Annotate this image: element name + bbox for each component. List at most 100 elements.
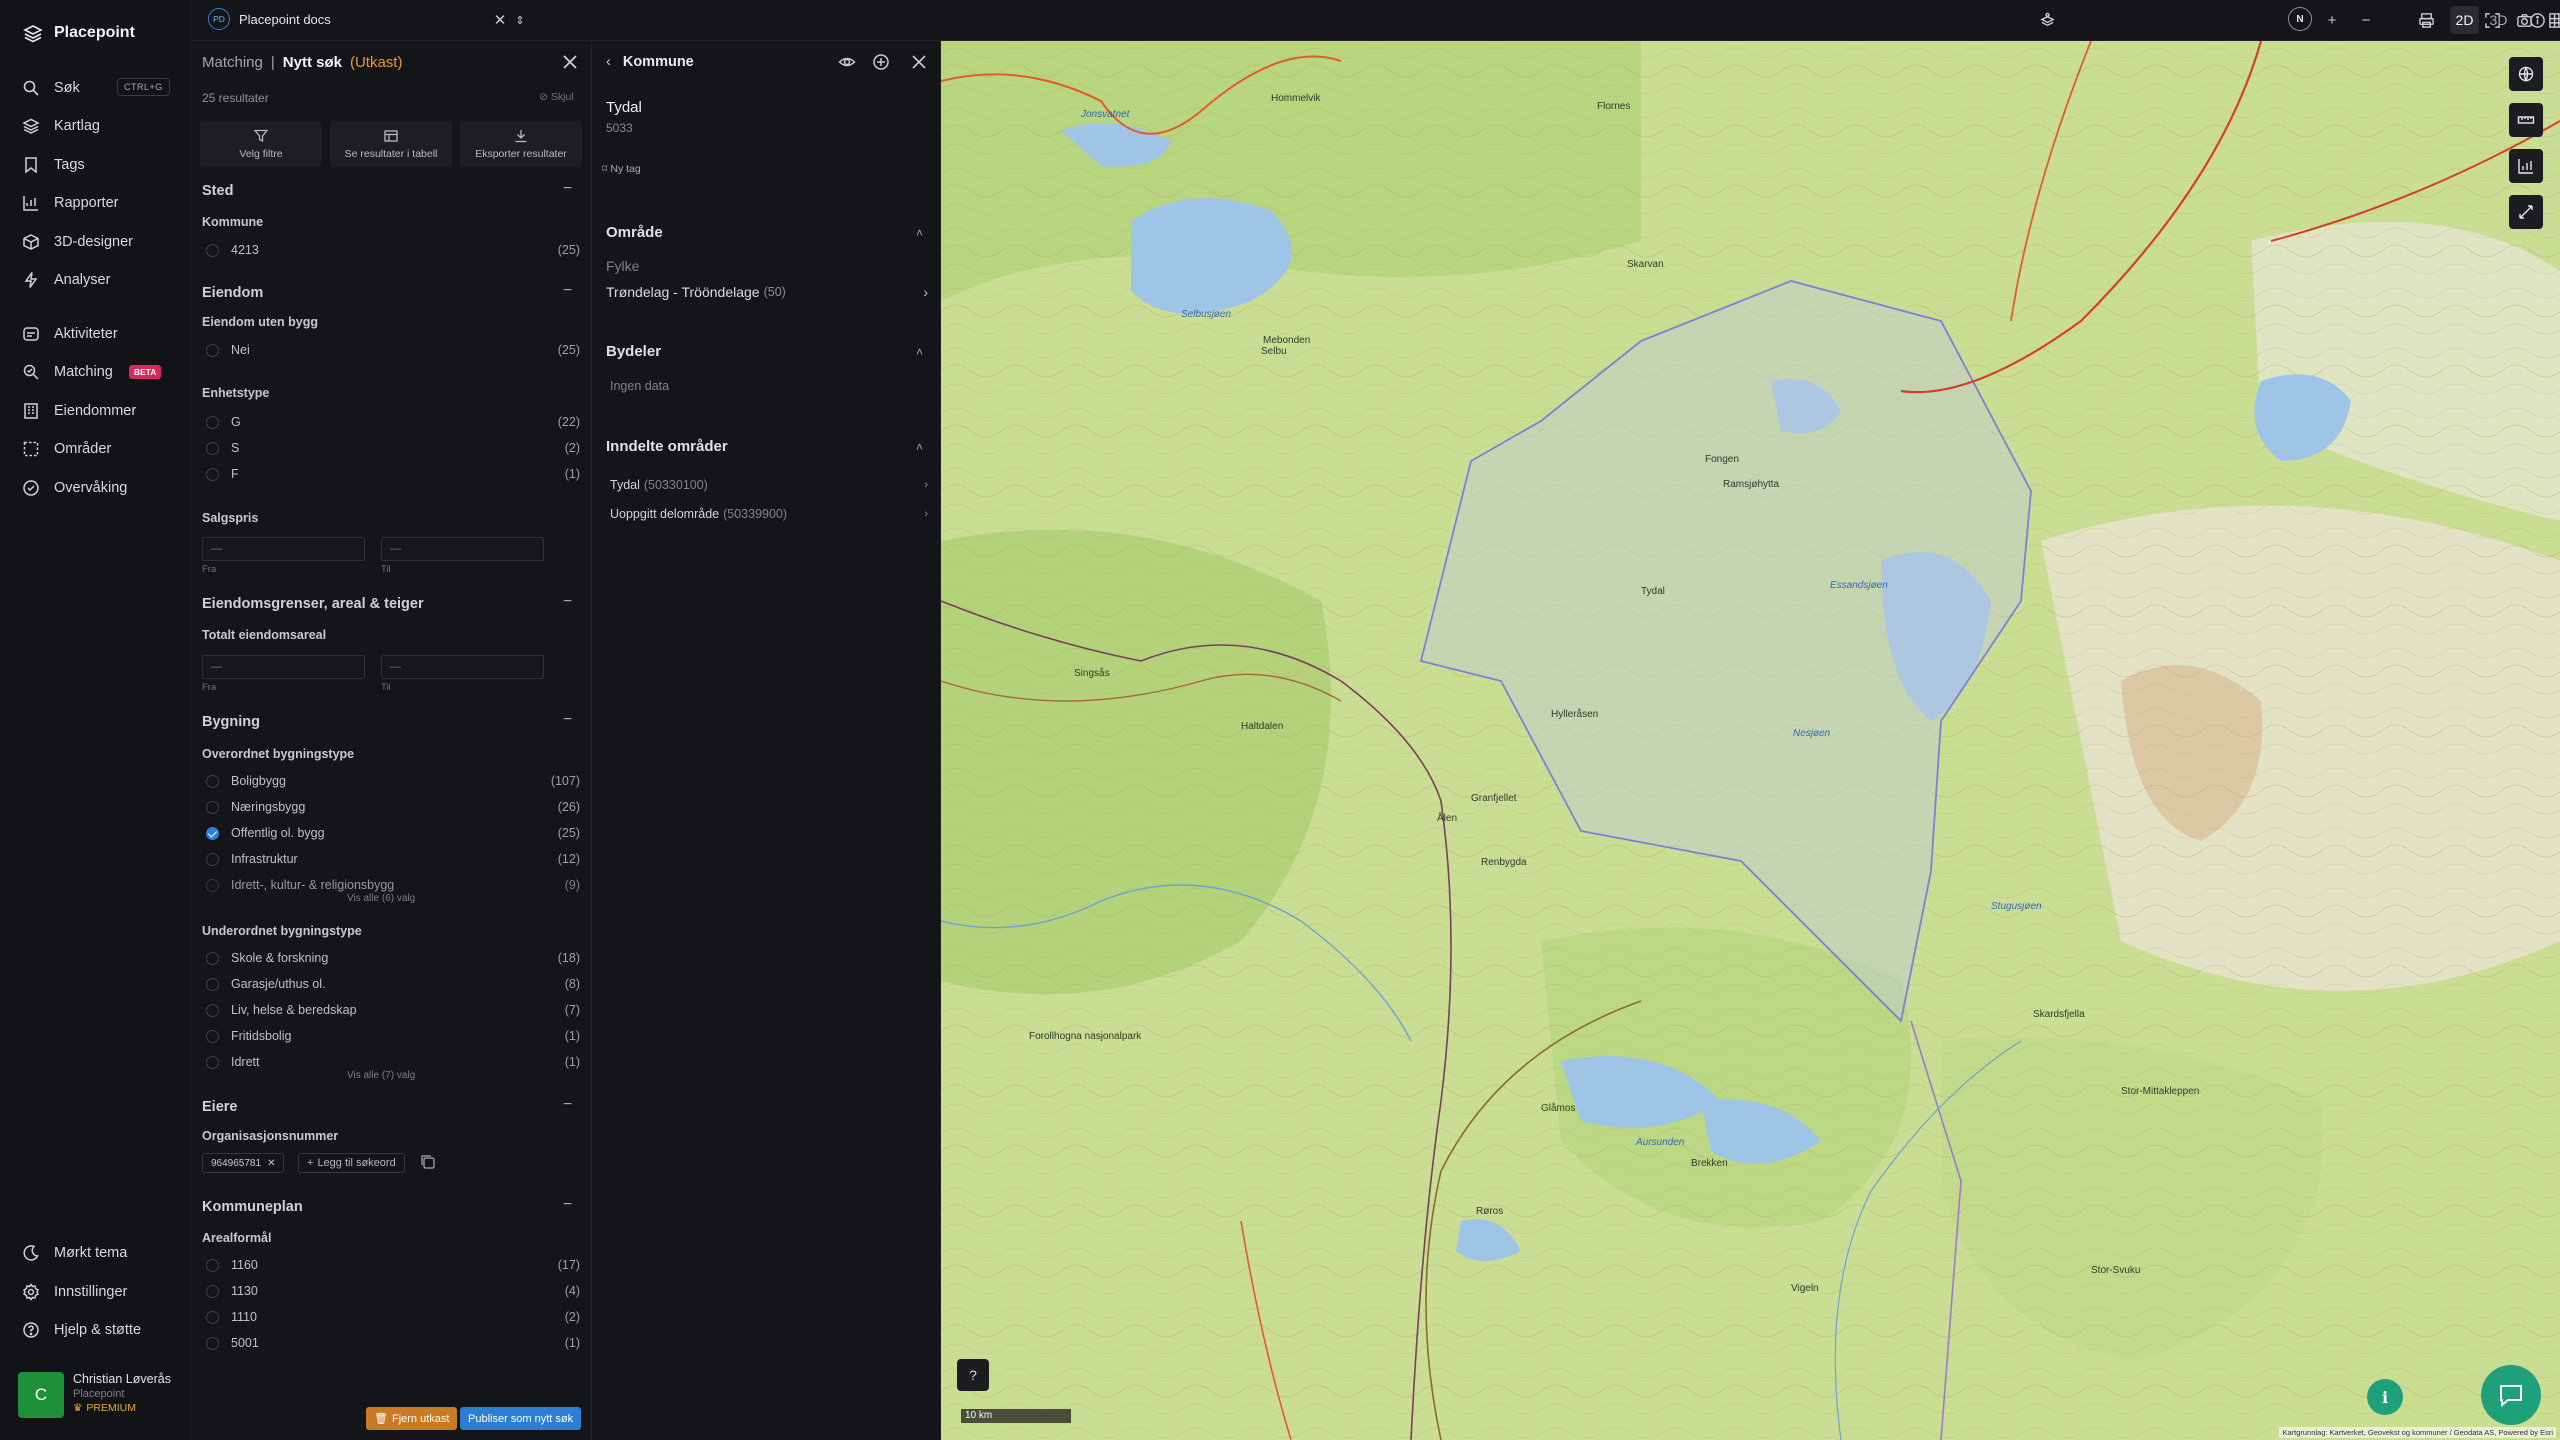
checkbox[interactable] [206, 441, 219, 455]
remove-chip-icon[interactable]: ✕ [267, 1158, 275, 1169]
nav-search[interactable]: Søk [22, 76, 80, 100]
checkbox-row[interactable]: Fritidsbolig (1) [206, 1027, 580, 1045]
checkbox-row[interactable]: Nei (25) [206, 341, 580, 359]
add-keyword-button[interactable]: + Legg til søkeord [298, 1153, 405, 1173]
project-name[interactable]: Placepoint docs [239, 12, 331, 27]
checkbox[interactable] [206, 1029, 219, 1043]
clear-project-icon[interactable]: ✕ [490, 10, 510, 30]
nav-matching[interactable]: Matching BETA [22, 360, 162, 384]
area-from-input[interactable] [202, 655, 365, 679]
checkbox-row[interactable]: 5001 (1) [206, 1334, 580, 1352]
map-tool-measure[interactable] [2509, 195, 2543, 229]
collapse-icon[interactable]: − [563, 1196, 572, 1214]
map-tool-ruler[interactable] [2509, 103, 2543, 137]
checkbox-row[interactable]: F (1) [206, 465, 580, 483]
remove-draft-button[interactable]: 🗑 Fjern utkast [366, 1407, 458, 1430]
nav-rapporter[interactable]: Rapporter [22, 191, 118, 215]
checkbox[interactable] [206, 977, 219, 991]
section-sted[interactable]: Sted [202, 183, 233, 199]
grid-icon[interactable] [2546, 10, 2560, 30]
table-view-button[interactable]: Se resultater i tabell [330, 121, 452, 167]
zoom-in-icon[interactable]: + [2322, 10, 2342, 30]
checkbox-row[interactable]: 1130 (4) [206, 1282, 580, 1300]
checkbox[interactable] [206, 243, 219, 257]
checkbox-row[interactable]: 1160 (17) [206, 1256, 580, 1274]
checkbox-row[interactable]: Skole & forskning (18) [206, 949, 580, 967]
chat-button[interactable] [2481, 1365, 2541, 1425]
section-grenser[interactable]: Eiendomsgrenser, areal & teiger [202, 596, 424, 612]
export-button[interactable]: Eksporter resultater [460, 121, 582, 167]
user-card[interactable]: C Christian Løverås Placepoint ♛ PREMIUM [18, 1372, 188, 1422]
checkbox-row[interactable]: Infrastruktur (12) [206, 850, 580, 868]
checkbox-row[interactable]: 1110 (2) [206, 1308, 580, 1326]
close-icon[interactable] [910, 53, 928, 71]
area-to-input[interactable] [381, 655, 544, 679]
checkbox-row[interactable]: 4213 (25) [206, 241, 580, 259]
nav-omrader[interactable]: Områder [22, 437, 111, 461]
checkbox-row[interactable]: Garasje/uthus ol. (8) [206, 975, 580, 993]
section-eiendom[interactable]: Eiendom [202, 285, 263, 301]
checkbox-row[interactable]: Idrett (1) [206, 1053, 580, 1071]
chevron-up-icon[interactable]: ˄ [916, 345, 923, 359]
price-from-input[interactable] [202, 537, 365, 561]
nav-overvaking[interactable]: Overvåking [22, 476, 127, 500]
nav-help[interactable]: Hjelp & støtte [22, 1318, 141, 1342]
show-all-link[interactable]: Vis alle (6) valg [347, 893, 415, 904]
map-tool-stats[interactable] [2509, 149, 2543, 183]
choose-filters-button[interactable]: Velg filtre [200, 121, 322, 167]
checkbox[interactable] [206, 343, 219, 357]
nav-dark-theme[interactable]: Mørkt tema [22, 1241, 127, 1265]
subarea-row[interactable]: Uoppgitt delområde (50339900) › [610, 507, 928, 521]
map-help-button[interactable]: ? [957, 1359, 989, 1391]
close-icon[interactable] [560, 52, 580, 72]
section-kommuneplan[interactable]: Kommuneplan [202, 1199, 303, 1215]
back-icon[interactable]: ‹ [606, 54, 611, 70]
print-icon[interactable] [2416, 10, 2436, 30]
section-bydeler[interactable]: Bydeler [606, 343, 661, 360]
info-button[interactable]: i [2367, 1379, 2403, 1415]
checkbox[interactable] [206, 467, 219, 481]
nav-eiendommer[interactable]: Eiendommer [22, 399, 136, 423]
checkbox[interactable] [206, 951, 219, 965]
nav-3d-designer[interactable]: 3D-designer [22, 230, 133, 254]
zoom-out-icon[interactable]: − [2356, 10, 2376, 30]
add-circle-icon[interactable] [872, 53, 890, 71]
map-tool-layers[interactable] [2509, 57, 2543, 91]
collapse-icon[interactable]: − [563, 180, 572, 198]
subarea-row[interactable]: Tydal (50330100) › [610, 478, 928, 492]
checkbox[interactable] [206, 1258, 219, 1272]
chevron-up-icon[interactable]: ˄ [916, 440, 923, 454]
checkbox-row[interactable]: G (22) [206, 413, 580, 431]
chevron-up-icon[interactable]: ˄ [916, 226, 923, 240]
collapse-icon[interactable]: − [563, 282, 572, 300]
price-to-input[interactable] [381, 537, 544, 561]
section-bygning[interactable]: Bygning [202, 714, 260, 730]
section-area[interactable]: Område [606, 224, 663, 241]
map-canvas[interactable]: Flornes Hommelvik Jonsvatnet Selbusjøen … [941, 41, 2560, 1440]
checkbox[interactable] [206, 1310, 219, 1324]
nav-settings[interactable]: Innstillinger [22, 1280, 127, 1304]
collapse-icon[interactable]: − [563, 593, 572, 611]
checkbox-row[interactable]: Liv, helse & beredskap (7) [206, 1001, 580, 1019]
layers-stack-icon[interactable] [2037, 10, 2057, 30]
checkbox-row[interactable]: Næringsbygg (26) [206, 798, 580, 816]
breadcrumb[interactable]: Matching [202, 54, 263, 71]
publish-button[interactable]: Publiser som nytt søk [460, 1407, 582, 1430]
checkbox-checked[interactable] [206, 826, 219, 840]
fylke-row[interactable]: Trøndelag - Trööndelage (50) › [606, 284, 928, 300]
checkbox[interactable] [206, 878, 219, 892]
eye-icon[interactable] [838, 53, 856, 71]
nav-kartlag[interactable]: Kartlag [22, 114, 100, 138]
keyword-chip[interactable]: 964965781 ✕ [202, 1153, 285, 1173]
section-inndelte[interactable]: Inndelte områder [606, 438, 728, 455]
nav-tags[interactable]: Tags [22, 153, 85, 177]
view-2d-button[interactable]: 2D [2450, 6, 2479, 34]
checkbox[interactable] [206, 774, 219, 788]
brand[interactable]: Placepoint [22, 22, 135, 44]
checkbox[interactable] [206, 800, 219, 814]
checkbox[interactable] [206, 1055, 219, 1069]
checkbox[interactable] [206, 415, 219, 429]
collapse-icon[interactable]: − [563, 711, 572, 729]
checkbox-row[interactable]: S (2) [206, 439, 580, 457]
show-all-link[interactable]: Vis alle (7) valg [347, 1070, 415, 1081]
